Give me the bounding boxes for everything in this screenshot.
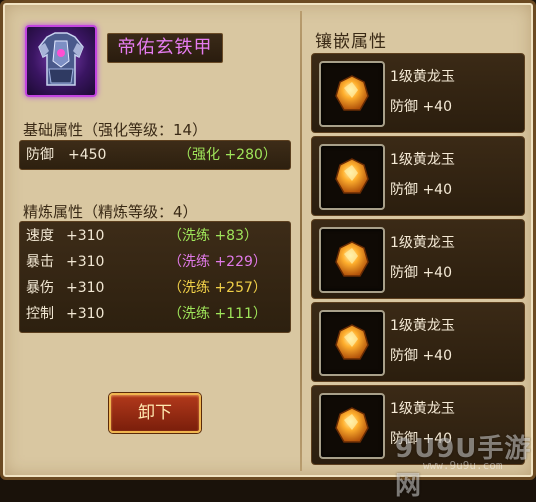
refine-attr-row: 速度 +310 （洗练 +83） bbox=[20, 223, 290, 249]
gem-name: 1级黄龙玉 bbox=[390, 318, 455, 334]
gem-slot[interactable] bbox=[319, 61, 385, 127]
attr-value: +310 bbox=[66, 228, 105, 244]
equipment-detail-panel: 帝佑玄铁甲 基础属性（强化等级：14） 防御 +450 （强化 +280） 精炼… bbox=[0, 0, 536, 501]
gem-socket[interactable]: 1级黄龙玉 防御 +40 bbox=[311, 302, 525, 382]
gem-slot[interactable] bbox=[319, 144, 385, 210]
base-attributes-title: 基础属性（强化等级：14） bbox=[23, 121, 208, 139]
gem-slot[interactable] bbox=[319, 227, 385, 293]
armor-icon[interactable] bbox=[25, 25, 97, 97]
attr-bonus: （强化 +280） bbox=[178, 147, 277, 163]
base-attributes-panel: 防御 +450 （强化 +280） bbox=[19, 140, 291, 170]
gem-name: 1级黄龙玉 bbox=[390, 69, 455, 85]
gem-stat: 防御 +40 bbox=[390, 348, 452, 364]
gem-slot[interactable] bbox=[319, 393, 385, 459]
unequip-button[interactable]: 卸下 bbox=[109, 393, 201, 433]
site-watermark-url: www.9u9u.com bbox=[423, 459, 503, 472]
attr-name: 暴击 bbox=[26, 254, 54, 270]
gem-socket[interactable]: 1级黄龙玉 防御 +40 bbox=[311, 219, 525, 299]
gem-icon bbox=[335, 407, 369, 443]
gem-icon bbox=[335, 158, 369, 194]
base-attr-row: 防御 +450 （强化 +280） bbox=[20, 142, 290, 168]
socket-attributes-title: 镶嵌属性 bbox=[315, 32, 387, 52]
gem-name: 1级黄龙玉 bbox=[390, 401, 455, 417]
attr-bonus: （洗练 +229） bbox=[168, 254, 267, 270]
gem-socket[interactable]: 1级黄龙玉 防御 +40 bbox=[311, 136, 525, 216]
attr-value: +310 bbox=[66, 306, 105, 322]
refine-attr-row: 暴击 +310 （洗练 +229） bbox=[20, 249, 290, 275]
gem-icon bbox=[335, 324, 369, 360]
gem-stat: 防御 +40 bbox=[390, 182, 452, 198]
attr-bonus: （洗练 +111） bbox=[168, 306, 267, 322]
gem-slot[interactable] bbox=[319, 310, 385, 376]
gem-stat: 防御 +40 bbox=[390, 265, 452, 281]
attr-name: 速度 bbox=[26, 228, 54, 244]
attr-value: +310 bbox=[66, 254, 105, 270]
item-name: 帝佑玄铁甲 bbox=[107, 33, 223, 63]
attr-name: 暴伤 bbox=[26, 280, 54, 296]
gem-name: 1级黄龙玉 bbox=[390, 235, 455, 251]
gem-icon bbox=[335, 241, 369, 277]
gem-icon bbox=[335, 75, 369, 111]
gem-socket[interactable]: 1级黄龙玉 防御 +40 bbox=[311, 53, 525, 133]
attr-name: 控制 bbox=[26, 306, 54, 322]
refine-attributes-title: 精炼属性（精炼等级：4） bbox=[23, 203, 198, 221]
refine-attributes-panel: 速度 +310 （洗练 +83） 暴击 +310 （洗练 +229） 暴伤 +3… bbox=[19, 221, 291, 333]
attr-value: +310 bbox=[66, 280, 105, 296]
attr-bonus: （洗练 +257） bbox=[168, 280, 267, 296]
gem-name: 1级黄龙玉 bbox=[390, 152, 455, 168]
attr-value: +450 bbox=[68, 147, 107, 163]
attr-bonus: （洗练 +83） bbox=[168, 228, 258, 244]
refine-attr-row: 控制 +310 （洗练 +111） bbox=[20, 301, 290, 327]
attr-name: 防御 bbox=[26, 147, 54, 163]
gem-stat: 防御 +40 bbox=[390, 99, 452, 115]
refine-attr-row: 暴伤 +310 （洗练 +257） bbox=[20, 275, 290, 301]
column-divider bbox=[300, 11, 302, 471]
